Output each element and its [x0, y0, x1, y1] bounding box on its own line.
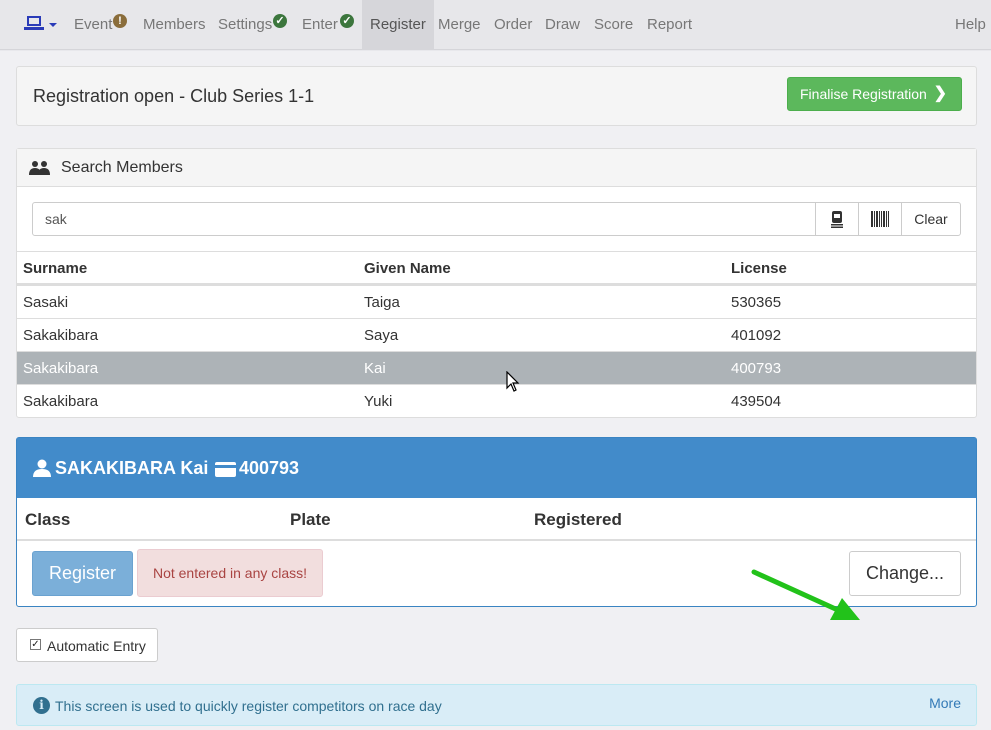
nav-merge[interactable]: Merge	[438, 0, 481, 50]
license-cell: 401092	[731, 327, 782, 344]
search-members-panel: Search Members Clear	[16, 148, 977, 418]
users-icon	[29, 161, 50, 175]
register-button[interactable]: Register	[32, 551, 133, 596]
card-scan-button[interactable]	[815, 202, 859, 236]
column-class: Class	[25, 510, 71, 529]
column-registered: Registered	[534, 510, 622, 529]
given-name-cell: Saya	[364, 327, 399, 344]
laptop-icon[interactable]	[24, 14, 58, 36]
check-icon: ✓	[273, 14, 287, 28]
info-icon: i	[33, 697, 50, 714]
nav-draw[interactable]: Draw	[545, 0, 580, 50]
top-navbar: Event ! Members Settings ✓ Enter ✓ Regis…	[0, 0, 991, 50]
registration-header: Registration open - Club Series 1-1 Fina…	[16, 66, 977, 126]
competitor-name: SAKAKIBARA Kai	[55, 458, 209, 478]
surname-cell: Sakakibara	[23, 393, 99, 410]
given-name-cell: Yuki	[364, 393, 393, 410]
chevron-right-icon: ❯	[933, 85, 947, 102]
given-name-cell: Taiga	[364, 294, 400, 311]
column-surname: Surname	[23, 260, 88, 277]
card-reader-icon	[831, 211, 843, 228]
table-row[interactable]: Sakakibara Yuki 439504	[17, 384, 976, 417]
warning-icon: !	[113, 14, 127, 28]
check-icon: ✓	[340, 14, 354, 28]
page-title: Registration open - Club Series 1-1	[33, 86, 315, 106]
nav-report[interactable]: Report	[647, 0, 692, 50]
search-members-title: Search Members	[61, 159, 183, 176]
table-row-selected[interactable]: Sakakibara Kai 400793	[17, 351, 976, 384]
license-cell: 400793	[731, 360, 782, 377]
column-license: License	[731, 260, 787, 277]
annotation-arrow-icon	[751, 569, 860, 620]
nav-score[interactable]: Score	[594, 0, 633, 50]
search-input[interactable]	[32, 202, 816, 236]
nav-members[interactable]: Members	[143, 0, 206, 50]
nav-help[interactable]: Help	[955, 0, 986, 50]
given-name-cell: Kai	[364, 360, 386, 377]
barcode-button[interactable]	[858, 202, 902, 236]
table-row[interactable]: Sasaki Taiga 530365	[17, 285, 976, 318]
clear-button[interactable]: Clear	[901, 202, 961, 236]
more-link[interactable]: More	[929, 695, 961, 711]
license-cell: 439504	[731, 393, 782, 410]
person-icon	[33, 459, 51, 477]
checkbox-checked-icon[interactable]: ✓	[30, 639, 41, 650]
surname-cell: Sasaki	[23, 294, 69, 311]
surname-cell: Sakakibara	[23, 327, 99, 344]
id-card-icon	[215, 462, 236, 477]
table-row[interactable]: Sakakibara Saya 401092	[17, 318, 976, 351]
column-plate: Plate	[290, 510, 331, 529]
main-content: Registration open - Club Series 1-1 Fina…	[0, 51, 991, 730]
competitor-table-header: Class Plate Registered	[17, 498, 976, 541]
competitor-heading: SAKAKIBARA Kai 400793	[17, 438, 976, 498]
nav-order[interactable]: Order	[494, 0, 532, 50]
search-panel-heading: Search Members	[17, 149, 976, 187]
status-alert: Not entered in any class!	[137, 549, 323, 597]
info-text: This screen is used to quickly register …	[55, 698, 442, 714]
competitor-license: 400793	[239, 458, 300, 478]
change-button[interactable]: Change...	[849, 551, 961, 596]
barcode-icon	[871, 211, 889, 227]
column-given-name: Given Name	[364, 260, 451, 277]
nav-register[interactable]: Register	[362, 0, 434, 50]
finalise-label: Finalise Registration	[800, 86, 927, 102]
finalise-registration-button[interactable]: Finalise Registration ❯	[787, 77, 962, 111]
surname-cell: Sakakibara	[23, 360, 99, 377]
table-header: Surname Given Name License	[17, 251, 976, 285]
mouse-cursor-icon	[506, 371, 520, 392]
nav-settings[interactable]: Settings	[218, 0, 272, 50]
info-alert: i This screen is used to quickly registe…	[16, 684, 977, 726]
license-cell: 530365	[731, 294, 782, 311]
nav-event[interactable]: Event	[74, 0, 112, 50]
nav-enter[interactable]: Enter	[302, 0, 338, 50]
automatic-entry-label: Automatic Entry	[47, 638, 146, 654]
automatic-entry-toggle[interactable]: ✓ Automatic Entry	[16, 628, 158, 662]
